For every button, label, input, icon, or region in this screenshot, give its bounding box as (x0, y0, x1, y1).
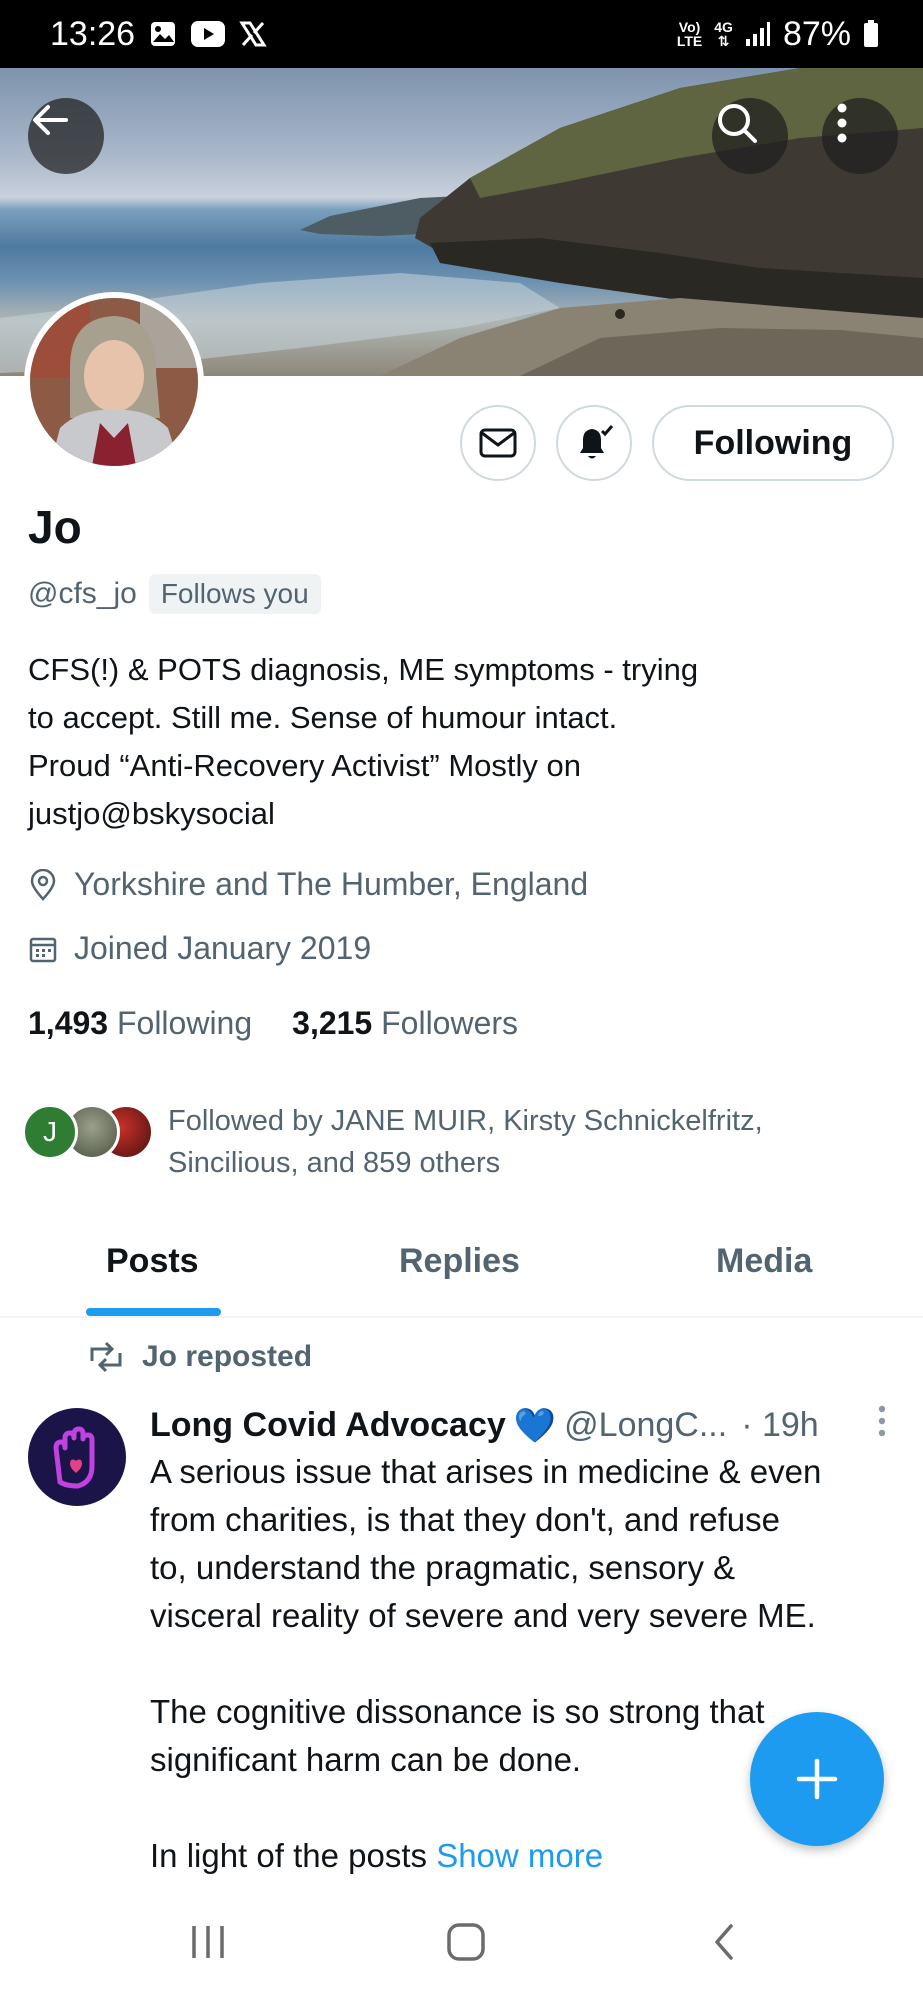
system-navigation-bar (0, 1890, 923, 2000)
followed-by-line: Sincilious, and 859 others (168, 1147, 501, 1179)
location-pin-icon (30, 868, 56, 901)
post-author-handle: @LongC... (564, 1406, 728, 1444)
status-time: 13:26 (50, 14, 136, 53)
followed-by[interactable]: J Followed by JANE MUIR, Kirsty Schnicke… (22, 1100, 902, 1184)
avatar-photo (30, 298, 198, 466)
handle-row: @cfs_jo Follows you (28, 574, 321, 614)
post-text-line: visceral reality of severe and very seve… (150, 1597, 816, 1634)
post-text-line: to, understand the pragmatic, sensory & (150, 1549, 736, 1586)
follower-initial: J (43, 1116, 57, 1147)
show-more-link[interactable]: Show more (436, 1837, 603, 1874)
more-options-button[interactable] (822, 98, 898, 174)
battery-percent: 87% (782, 14, 851, 53)
following-label: Following (116, 1005, 253, 1041)
signal-icon (745, 21, 771, 47)
location-text: Yorkshire and The Humber, England (74, 866, 589, 902)
post-text-line: A serious issue that arises in medicine … (150, 1453, 822, 1490)
joined-row: Joined January 2019 (28, 930, 371, 967)
location-row: Yorkshire and The Humber, England (28, 866, 588, 903)
compose-post-button[interactable] (750, 1712, 884, 1846)
search-button[interactable] (712, 98, 788, 174)
bio-line: to accept. Still me. Sense of humour int… (28, 700, 618, 735)
system-back-button[interactable] (684, 1912, 764, 1972)
repost-indicator: Jo reposted (86, 1340, 312, 1374)
status-bar: 13:26 Vo) LTE 4G ⇅ 87% (0, 0, 923, 68)
bio-line: CFS(!) & POTS diagnosis, ME symptoms - t… (28, 652, 699, 687)
post-more-button[interactable] (874, 1404, 890, 1447)
post-header: Long Covid Advocacy 💙 @LongC... · 19h (150, 1404, 890, 1447)
profile-handle: @cfs_jo (28, 577, 137, 610)
bell-check-icon (580, 425, 614, 459)
profile-tabs: Posts Replies Media (0, 1220, 923, 1318)
follows-you-badge: Follows you (148, 574, 321, 614)
calendar-icon (29, 937, 57, 962)
repost-label: Jo reposted (142, 1340, 313, 1373)
youtube-icon (191, 21, 226, 47)
profile-avatar[interactable] (24, 292, 204, 472)
recent-apps-button[interactable] (168, 1912, 248, 1972)
volte-top: Vo) (678, 19, 701, 35)
followers-count: 3,215 (292, 1005, 373, 1041)
home-icon (447, 1923, 485, 1961)
chevron-left-icon (715, 1924, 733, 1960)
repost-icon (90, 1341, 122, 1373)
post-author-avatar[interactable] (28, 1408, 126, 1506)
volte-bottom: LTE (676, 33, 703, 49)
volte-indicator: Vo) LTE (677, 20, 702, 48)
post-timestamp: · 19h (741, 1406, 819, 1444)
following-count: 1,493 (28, 1005, 109, 1041)
followed-by-line: Followed by JANE MUIR, Kirsty Schnickelf… (168, 1105, 763, 1137)
tab-posts[interactable]: Posts (106, 1242, 199, 1281)
notifications-button[interactable] (556, 405, 632, 481)
network-type-label: 4G (714, 19, 733, 35)
profile-name: Jo (28, 501, 82, 553)
post-text-line: from charities, is that they don't, and … (150, 1501, 780, 1538)
followed-by-avatars: J (22, 1100, 154, 1162)
more-vertical-icon (837, 103, 847, 143)
following-count-link[interactable]: 1,493 Following (28, 1005, 252, 1042)
follower-avatar: J (22, 1104, 78, 1160)
followers-label: Followers (381, 1005, 519, 1041)
bio-line: justjo@bskysocial (28, 796, 275, 831)
recent-apps-icon (192, 1926, 224, 1958)
battery-icon (863, 20, 879, 48)
data-arrows-icon: ⇅ (717, 33, 730, 49)
blue-heart-icon: 💙 (513, 1406, 557, 1445)
network-type: 4G ⇅ (714, 20, 733, 48)
x-logo-icon (239, 20, 267, 48)
message-button[interactable] (460, 405, 536, 481)
search-icon (718, 104, 757, 143)
mail-icon (479, 428, 517, 458)
tab-replies[interactable]: Replies (399, 1242, 520, 1281)
profile-bio: CFS(!) & POTS diagnosis, ME symptoms - t… (28, 646, 888, 838)
post-text-truncated: In light of the posts (150, 1837, 428, 1874)
plus-icon (796, 1758, 838, 1800)
follow-counts: 1,493 Following 3,215 Followers (28, 1005, 518, 1042)
followed-by-text: Followed by JANE MUIR, Kirsty Schnickelf… (168, 1100, 763, 1184)
gallery-icon (149, 20, 177, 48)
tab-media[interactable]: Media (716, 1242, 812, 1281)
hand-logo-icon (53, 1426, 95, 1489)
more-vertical-icon (878, 1405, 886, 1437)
home-button[interactable] (426, 1912, 506, 1972)
back-button[interactable] (28, 98, 104, 174)
active-tab-indicator (86, 1308, 221, 1316)
followers-count-link[interactable]: 3,215 Followers (292, 1005, 518, 1042)
arrow-left-icon (33, 105, 68, 135)
joined-text: Joined January 2019 (74, 930, 372, 966)
following-button[interactable]: Following (652, 405, 894, 481)
bio-line: Proud “Anti-Recovery Activist” Mostly on (28, 748, 582, 783)
post-author-name[interactable]: Long Covid Advocacy (150, 1406, 506, 1445)
